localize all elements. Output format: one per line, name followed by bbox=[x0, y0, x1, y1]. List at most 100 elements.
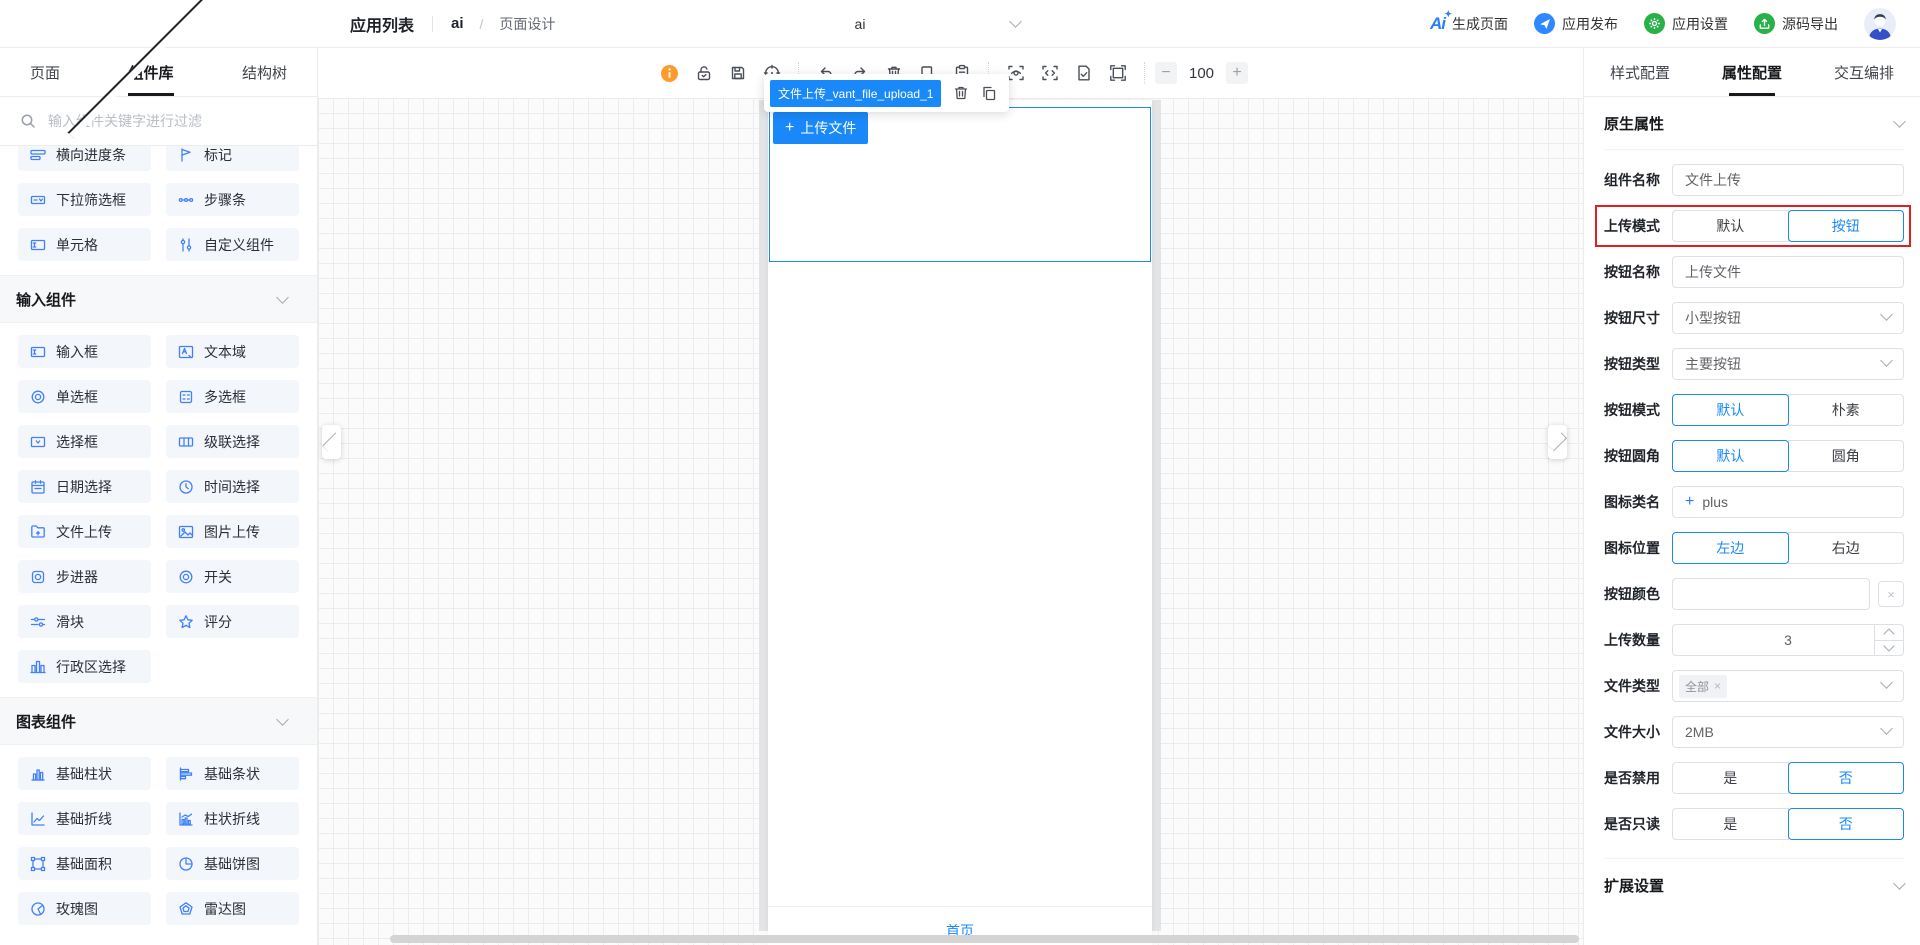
component-item-基础条状[interactable]: 基础条状 bbox=[166, 757, 299, 790]
segment-option-默认[interactable]: 默认 bbox=[1672, 210, 1789, 242]
stepper-up-button[interactable] bbox=[1875, 625, 1903, 641]
component-item-多选框[interactable]: 多选框 bbox=[166, 380, 299, 413]
segment-option-圆角[interactable]: 圆角 bbox=[1787, 440, 1904, 472]
prop-row-文件类型: 文件类型 全部 × bbox=[1604, 670, 1904, 702]
prop-row-是否禁用: 是否禁用是否 bbox=[1604, 762, 1904, 794]
prop-control: 左边 右边 bbox=[1672, 532, 1904, 564]
horizontal-scrollbar[interactable] bbox=[390, 935, 1579, 943]
component-item-评分[interactable]: 评分 bbox=[166, 605, 299, 638]
user-avatar[interactable] bbox=[1864, 7, 1896, 40]
component-item-玫瑰图[interactable]: 玫瑰图 bbox=[18, 892, 151, 925]
segment-option-默认[interactable]: 默认 bbox=[1672, 440, 1789, 472]
component-item-横向进度条[interactable]: 横向进度条 bbox=[18, 146, 151, 171]
component-item-滑块[interactable]: 滑块 bbox=[18, 605, 151, 638]
color-input[interactable] bbox=[1672, 578, 1870, 610]
component-item-单选框[interactable]: 单选框 bbox=[18, 380, 151, 413]
component-item-时间选择[interactable]: 时间选择 bbox=[166, 470, 299, 503]
segment-option-是[interactable]: 是 bbox=[1672, 808, 1789, 840]
component-item-图片上传[interactable]: 图片上传 bbox=[166, 515, 299, 548]
segmented-control: 是否 bbox=[1672, 762, 1904, 794]
action-应用发布[interactable]: 应用发布 bbox=[1534, 13, 1618, 34]
save-button[interactable] bbox=[721, 56, 755, 90]
tab-style-config[interactable]: 样式配置 bbox=[1610, 48, 1670, 96]
component-item-雷达图[interactable]: 雷达图 bbox=[166, 892, 299, 925]
tab-interaction-config[interactable]: 交互编排 bbox=[1834, 48, 1894, 96]
component-item-下拉筛选框[interactable]: 下拉筛选框 bbox=[18, 183, 151, 216]
zoom-in-button[interactable]: + bbox=[1226, 62, 1249, 84]
component-item-标记[interactable]: 标记 bbox=[166, 146, 299, 171]
stepper-down-button[interactable] bbox=[1875, 640, 1903, 656]
group-title: 图表组件 bbox=[16, 713, 77, 731]
segment-option-右边[interactable]: 右边 bbox=[1787, 532, 1904, 564]
prop-row-文件大小: 文件大小 2MB bbox=[1604, 716, 1904, 748]
icon-class-input[interactable]: + plus bbox=[1672, 486, 1904, 518]
component-group-header[interactable]: 输入组件 bbox=[0, 275, 317, 323]
component-item-文本域[interactable]: 文本域 bbox=[166, 335, 299, 368]
zoom-out-button[interactable]: − bbox=[1154, 62, 1177, 84]
component-item-柱状折线[interactable]: 柱状折线 bbox=[166, 802, 299, 835]
select-input[interactable]: 2MB bbox=[1672, 716, 1904, 748]
frame-button[interactable] bbox=[1101, 56, 1135, 90]
component-item-级联选择[interactable]: 级联选择 bbox=[166, 425, 299, 458]
component-item-基础面积[interactable]: 基础面积 bbox=[18, 847, 151, 880]
component-item-步骤条[interactable]: 步骤条 bbox=[166, 183, 299, 216]
component-item-单元格[interactable]: 单元格 bbox=[18, 228, 151, 261]
prop-control: 是否 bbox=[1672, 762, 1904, 794]
collapse-right-panel-handle[interactable] bbox=[1547, 425, 1568, 459]
segment-option-朴素[interactable]: 朴素 bbox=[1787, 394, 1904, 426]
segment-option-左边[interactable]: 左边 bbox=[1672, 532, 1789, 564]
extend-settings-section-header[interactable]: 扩展设置 bbox=[1604, 858, 1906, 911]
segment-option-否[interactable]: 否 bbox=[1787, 808, 1904, 840]
action-生成页面[interactable]: Ai ✦ 生成页面 bbox=[1430, 9, 1508, 34]
component-item-选择框[interactable]: 选择框 bbox=[18, 425, 151, 458]
collapse-left-panel-handle[interactable] bbox=[321, 425, 342, 459]
action-源码导出[interactable]: 源码导出 bbox=[1754, 13, 1838, 34]
prop-row-按钮尺寸: 按钮尺寸 小型按钮 bbox=[1604, 302, 1904, 334]
action-应用设置[interactable]: 应用设置 bbox=[1644, 13, 1728, 34]
segment-option-是[interactable]: 是 bbox=[1672, 762, 1789, 794]
upload-file-button[interactable]: + 上传文件 bbox=[773, 112, 869, 144]
component-label: 评分 bbox=[204, 613, 232, 630]
text-input[interactable]: 上传文件 bbox=[1672, 256, 1904, 288]
native-props-section-header[interactable]: 原生属性 bbox=[1604, 97, 1906, 150]
component-item-自定义组件[interactable]: 自定义组件 bbox=[166, 228, 299, 261]
component-item-输入框[interactable]: 输入框 bbox=[18, 335, 151, 368]
copy-component-icon[interactable] bbox=[981, 85, 997, 101]
remove-tag-icon[interactable]: × bbox=[1714, 679, 1721, 693]
component-item-基础柱状[interactable]: 基础柱状 bbox=[18, 757, 151, 790]
component-item-步进器[interactable]: 步进器 bbox=[18, 560, 151, 593]
source-code-button[interactable] bbox=[1033, 56, 1067, 90]
tab-pages[interactable]: 页面 bbox=[30, 48, 60, 96]
text-input[interactable]: 文件上传 bbox=[1672, 164, 1904, 196]
tag-select-input[interactable]: 全部 × bbox=[1672, 670, 1904, 702]
preview-icon bbox=[1007, 64, 1025, 82]
tab-structure-tree[interactable]: 结构树 bbox=[242, 48, 287, 96]
component-item-日期选择[interactable]: 日期选择 bbox=[18, 470, 151, 503]
component-item-行政区选择[interactable]: 行政区选择 bbox=[18, 650, 151, 683]
tab-property-config[interactable]: 属性配置 bbox=[1722, 48, 1782, 96]
prop-control: × bbox=[1672, 578, 1904, 610]
action-label: 应用发布 bbox=[1562, 15, 1618, 32]
delete-component-icon[interactable] bbox=[953, 85, 969, 101]
segment-option-默认[interactable]: 默认 bbox=[1672, 394, 1789, 426]
component-item-基础折线[interactable]: 基础折线 bbox=[18, 802, 151, 835]
segment-option-按钮[interactable]: 按钮 bbox=[1787, 210, 1904, 242]
segment-option-否[interactable]: 否 bbox=[1787, 762, 1904, 794]
back-to-app-list-button[interactable]: 应用列表 bbox=[24, 0, 414, 140]
component-item-基础饼图[interactable]: 基础饼图 bbox=[166, 847, 299, 880]
page-check-button[interactable] bbox=[1067, 56, 1101, 90]
info-icon bbox=[660, 64, 679, 83]
info-button[interactable] bbox=[653, 56, 687, 90]
chart-pie-icon bbox=[178, 856, 194, 872]
select-input[interactable]: 主要按钮 bbox=[1672, 348, 1904, 380]
page-select[interactable]: ai bbox=[670, 0, 1050, 48]
component-item-开关[interactable]: 开关 bbox=[166, 560, 299, 593]
component-group-header[interactable]: 图表组件 bbox=[0, 697, 317, 745]
number-input[interactable]: 3 bbox=[1672, 624, 1904, 656]
clear-color-button[interactable]: × bbox=[1878, 581, 1904, 607]
unlock-button[interactable] bbox=[687, 56, 721, 90]
prop-control: 3 bbox=[1672, 624, 1904, 656]
component-label: 柱状折线 bbox=[204, 810, 260, 827]
select-input[interactable]: 小型按钮 bbox=[1672, 302, 1904, 334]
component-item-文件上传[interactable]: 文件上传 bbox=[18, 515, 151, 548]
